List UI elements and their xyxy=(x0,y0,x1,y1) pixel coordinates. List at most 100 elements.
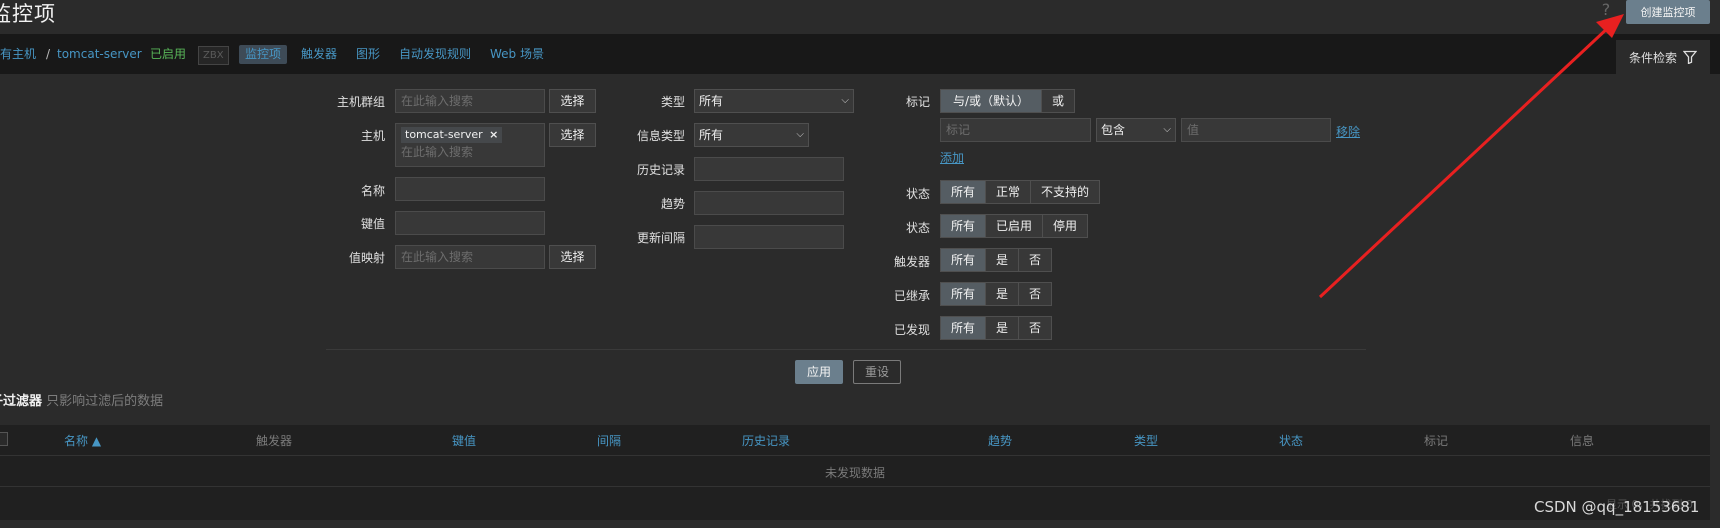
tab-graphs[interactable]: 图形 xyxy=(356,45,380,64)
tag-operator-value: 包含 xyxy=(1101,123,1126,137)
inherited-option-yes[interactable]: 是 xyxy=(985,283,1018,305)
info-type-dropdown[interactable]: 所有 ⌵ xyxy=(694,123,809,147)
host-group-label: 主机群组 xyxy=(336,95,385,109)
value-map-select-button[interactable]: 选择 xyxy=(549,245,596,269)
triggers-label: 触发器 xyxy=(893,255,930,269)
breadcrumb-separator: / xyxy=(46,47,51,61)
column-key[interactable]: 键值 xyxy=(452,432,476,449)
inherited-option-all[interactable]: 所有 xyxy=(941,283,986,305)
watermark: CSDN @qq_18153681 xyxy=(1534,498,1700,516)
discovered-option-all[interactable]: 所有 xyxy=(941,317,986,339)
tags-mode-or[interactable]: 或 xyxy=(1041,90,1074,112)
host-enabled-status: 已启用 xyxy=(150,47,187,61)
host-group-input[interactable]: 在此输入搜索 xyxy=(395,89,545,113)
tab-triggers[interactable]: 触发器 xyxy=(301,45,337,64)
history-label: 历史记录 xyxy=(636,163,685,177)
status-option-all[interactable]: 所有 xyxy=(941,215,986,237)
tag-remove-link[interactable]: 移除 xyxy=(1336,123,1360,140)
filter-tab[interactable]: 条件检索 xyxy=(1616,40,1710,74)
tab-discovery-rules[interactable]: 自动发现规则 xyxy=(399,45,471,64)
host-chip: tomcat-server × xyxy=(401,127,503,143)
chevron-down-icon: ⌵ xyxy=(796,129,804,140)
host-multiselect[interactable]: tomcat-server × 在此输入搜索 xyxy=(395,123,545,167)
info-type-label: 信息类型 xyxy=(636,129,685,143)
filter-divider xyxy=(326,349,1366,350)
key-input[interactable] xyxy=(395,211,545,235)
host-search-placeholder[interactable]: 在此输入搜索 xyxy=(401,143,539,161)
value-map-label: 值映射 xyxy=(348,251,385,265)
subfilter-note: 子过滤器 只影响过滤后的数据 xyxy=(0,390,163,409)
status-option-enabled[interactable]: 已启用 xyxy=(985,215,1042,237)
state-label: 状态 xyxy=(905,187,930,201)
discovered-option-yes[interactable]: 是 xyxy=(985,317,1018,339)
discovered-toggle[interactable]: 所有 是 否 xyxy=(940,316,1053,340)
state-option-normal[interactable]: 正常 xyxy=(985,181,1030,203)
column-history[interactable]: 历史记录 xyxy=(742,432,790,449)
value-map-input[interactable]: 在此输入搜索 xyxy=(395,245,545,269)
tab-web-scenarios[interactable]: Web 场景 xyxy=(490,45,544,64)
select-all-checkbox[interactable] xyxy=(0,432,8,446)
status-toggle[interactable]: 所有 已启用 停用 xyxy=(940,214,1089,238)
type-dropdown[interactable]: 所有 ⌵ xyxy=(694,89,854,113)
name-input[interactable] xyxy=(395,177,545,201)
type-value: 所有 xyxy=(699,94,724,108)
table-header-divider xyxy=(0,455,1710,456)
column-trends[interactable]: 趋势 xyxy=(988,432,1012,449)
type-label: 类型 xyxy=(660,95,685,109)
tag-name-input[interactable]: 标记 xyxy=(940,118,1091,142)
inherited-option-no[interactable]: 否 xyxy=(1018,283,1051,305)
inherited-toggle[interactable]: 所有 是 否 xyxy=(940,282,1053,306)
tab-items[interactable]: 监控项 xyxy=(239,45,288,64)
trends-input[interactable] xyxy=(694,191,844,215)
tags-mode-toggle[interactable]: 与/或（默认） 或 xyxy=(940,89,1076,113)
create-item-button[interactable]: 创建监控项 xyxy=(1626,0,1710,24)
host-chip-label: tomcat-server xyxy=(405,128,483,141)
breadcrumb-all-hosts[interactable]: 所有主机 xyxy=(0,45,36,64)
tag-value-input[interactable]: 值 xyxy=(1181,118,1331,142)
triggers-option-yes[interactable]: 是 xyxy=(985,249,1018,271)
tags-label: 标记 xyxy=(905,95,930,109)
column-interval[interactable]: 间隔 xyxy=(597,432,621,449)
breadcrumb-host[interactable]: tomcat-server xyxy=(57,45,142,64)
subfilter-title: 子过滤器 xyxy=(0,394,43,409)
state-option-unsupported[interactable]: 不支持的 xyxy=(1030,181,1099,203)
name-label: 名称 xyxy=(360,184,385,198)
update-interval-input[interactable] xyxy=(694,225,844,249)
triggers-option-no[interactable]: 否 xyxy=(1018,249,1051,271)
tags-mode-and[interactable]: 与/或（默认） xyxy=(941,90,1042,112)
host-select-button[interactable]: 选择 xyxy=(549,123,596,147)
chip-remove-icon[interactable]: × xyxy=(489,128,498,141)
triggers-option-all[interactable]: 所有 xyxy=(941,249,986,271)
status-option-disabled[interactable]: 停用 xyxy=(1042,215,1087,237)
reset-button[interactable]: 重设 xyxy=(853,360,901,384)
host-label: 主机 xyxy=(360,129,385,143)
tag-add-link[interactable]: 添加 xyxy=(940,149,964,166)
table-empty-message: 未发现数据 xyxy=(824,466,885,480)
state-toggle[interactable]: 所有 正常 不支持的 xyxy=(940,180,1101,204)
triggers-toggle[interactable]: 所有 是 否 xyxy=(940,248,1053,272)
table-row-divider xyxy=(0,486,1710,487)
chevron-down-icon: ⌵ xyxy=(1163,124,1171,135)
host-group-select-button[interactable]: 选择 xyxy=(549,89,596,113)
help-icon[interactable]: ? xyxy=(1598,0,1614,20)
chevron-down-icon: ⌵ xyxy=(841,95,849,106)
discovered-label: 已发现 xyxy=(893,323,930,337)
state-option-all[interactable]: 所有 xyxy=(941,181,986,203)
subfilter-hint: 只影响过滤后的数据 xyxy=(46,394,164,409)
status-label: 状态 xyxy=(905,221,930,235)
zbx-availability-badge: ZBX xyxy=(198,46,229,65)
column-name[interactable]: 名称 ▲ xyxy=(64,432,101,449)
filter-tab-label: 条件检索 xyxy=(1628,50,1677,65)
column-status[interactable]: 状态 xyxy=(1279,432,1303,449)
update-interval-label: 更新间隔 xyxy=(636,231,685,245)
tag-operator-dropdown[interactable]: 包含 ⌵ xyxy=(1096,118,1176,142)
history-input[interactable] xyxy=(694,157,844,181)
key-label: 键值 xyxy=(360,217,385,231)
column-type[interactable]: 类型 xyxy=(1134,432,1158,449)
apply-button[interactable]: 应用 xyxy=(795,360,843,384)
column-tags: 标记 xyxy=(1424,434,1449,448)
funnel-icon xyxy=(1683,50,1697,64)
page-title: 监控项 xyxy=(0,2,56,26)
column-triggers: 触发器 xyxy=(256,434,293,448)
discovered-option-no[interactable]: 否 xyxy=(1018,317,1051,339)
